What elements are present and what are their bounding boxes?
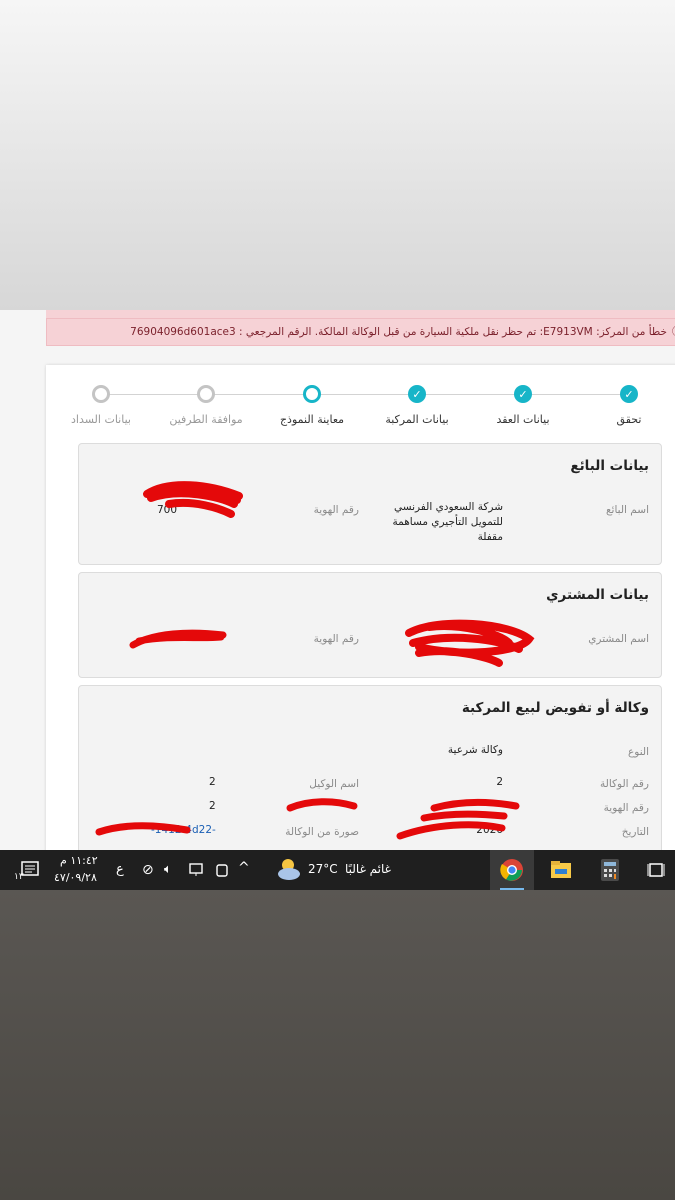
buyer-name-label: اسم المشتري: [588, 633, 649, 645]
step-label: موافقة الطرفين: [169, 413, 243, 426]
seller-name-label: اسم البائع: [605, 504, 649, 516]
step-payment-data[interactable]: بيانات السداد: [41, 385, 161, 426]
pending-step-icon: [92, 385, 110, 403]
meet-now-icon[interactable]: [214, 862, 230, 881]
redaction-scribble: [95, 822, 191, 836]
agency-title: وكالة أو تفويض لبيع المركبة: [461, 700, 649, 716]
step-label: بيانات العقد: [496, 413, 550, 426]
error-alert-text: خطأ من المركز: E7913VM: تم حظر نقل ملكية…: [130, 326, 667, 338]
check-icon: ✓: [514, 385, 532, 403]
language-indicator[interactable]: ع: [116, 862, 124, 877]
seller-section: بيانات البائع اسم البائع شركة السعودي ال…: [78, 443, 662, 565]
blank-bottom-area: [0, 890, 675, 1200]
seller-name-value: شركة السعودي الفرنسي للتمويل التأجيري مس…: [392, 501, 503, 543]
redaction-scribble: [405, 619, 535, 667]
type-value: وكالة شرعية: [447, 744, 503, 756]
step-parties-approval[interactable]: موافقة الطرفين: [146, 385, 266, 426]
taskbar: ١٣ ١١:٤٢ م ٤٧/٠٩/٢٨ ع ⊘ 🔈︎ ^ 27°C غائم غ…: [0, 850, 675, 890]
chrome-icon[interactable]: [490, 850, 534, 890]
pending-step-icon: [197, 385, 215, 403]
seller-id-label: رقم الهوية: [313, 504, 359, 516]
second-id-value: 2: [209, 800, 216, 812]
weather-cloud-moon-icon[interactable]: [274, 856, 304, 887]
step-label: بيانات المركبة: [385, 413, 449, 426]
buyer-id-label: رقم الهوية: [313, 633, 359, 645]
previous-alert-edge: [46, 310, 675, 318]
chevron-up-icon[interactable]: ^: [238, 860, 250, 876]
step-label: تحقق: [616, 413, 642, 426]
step-form-preview[interactable]: معاينة النموذج: [252, 385, 372, 426]
network-icon[interactable]: [188, 862, 206, 881]
step-vehicle-data[interactable]: ✓ بيانات المركبة: [357, 385, 477, 426]
step-label: بيانات السداد: [71, 413, 131, 426]
seller-title: بيانات البائع: [570, 458, 649, 474]
file-explorer-icon[interactable]: [539, 850, 583, 890]
redaction-scribble: [396, 799, 520, 840]
agent-name-value: 2: [209, 776, 216, 788]
check-icon: ✓: [620, 385, 638, 403]
clock-date[interactable]: ٤٧/٠٩/٢٨: [54, 871, 97, 884]
redaction-scribble: [143, 481, 243, 518]
step-contract-data[interactable]: ✓ بيانات العقد: [463, 385, 583, 426]
current-step-icon: [303, 385, 321, 403]
check-icon: ✓: [408, 385, 426, 403]
agent-name-label: اسم الوكيل: [309, 778, 359, 790]
agency-number-label: رقم الوكالة: [600, 778, 649, 790]
agency-section: وكالة أو تفويض لبيع المركبة النوع وكالة …: [78, 685, 662, 850]
buyer-title: بيانات المشتري: [546, 587, 649, 603]
date-label: التاريخ: [621, 826, 649, 838]
agency-id-label: رقم الهوية: [603, 802, 649, 814]
stepper: ✓ تحقق ✓ بيانات العقد ✓ بيانات المركبة م…: [46, 365, 675, 445]
redaction-scribble: [129, 629, 227, 649]
form-card: ✓ تحقق ✓ بيانات العقد ✓ بيانات المركبة م…: [46, 365, 675, 850]
redaction-scribble: [286, 798, 358, 812]
error-alert: ⓘ خطأ من المركز: E7913VM: تم حظر نقل ملك…: [46, 318, 675, 346]
step-label: معاينة النموذج: [279, 413, 345, 426]
volume-icon[interactable]: 🔈︎: [164, 862, 172, 877]
calculator-icon[interactable]: [588, 850, 632, 890]
blank-top-area: [0, 0, 675, 310]
no-network-icon[interactable]: ⊘: [142, 862, 154, 878]
task-view-icon[interactable]: [637, 850, 675, 890]
type-label: النوع: [628, 746, 649, 758]
agency-number-value: 2: [496, 776, 503, 788]
weather-temperature[interactable]: 27°C: [308, 862, 338, 876]
weather-description[interactable]: غائم غالبًا: [345, 862, 391, 876]
agency-copy-label: صورة من الوكالة: [285, 826, 359, 838]
notification-count: ١٣: [14, 872, 24, 882]
step-verify[interactable]: ✓ تحقق: [569, 385, 675, 426]
clock-time[interactable]: ١١:٤٢ م: [60, 854, 98, 867]
web-page: ⓘ خطأ من المركز: E7913VM: تم حظر نقل ملك…: [0, 310, 675, 850]
buyer-section: بيانات المشتري اسم المشتري رقم الهوية: [78, 572, 662, 678]
